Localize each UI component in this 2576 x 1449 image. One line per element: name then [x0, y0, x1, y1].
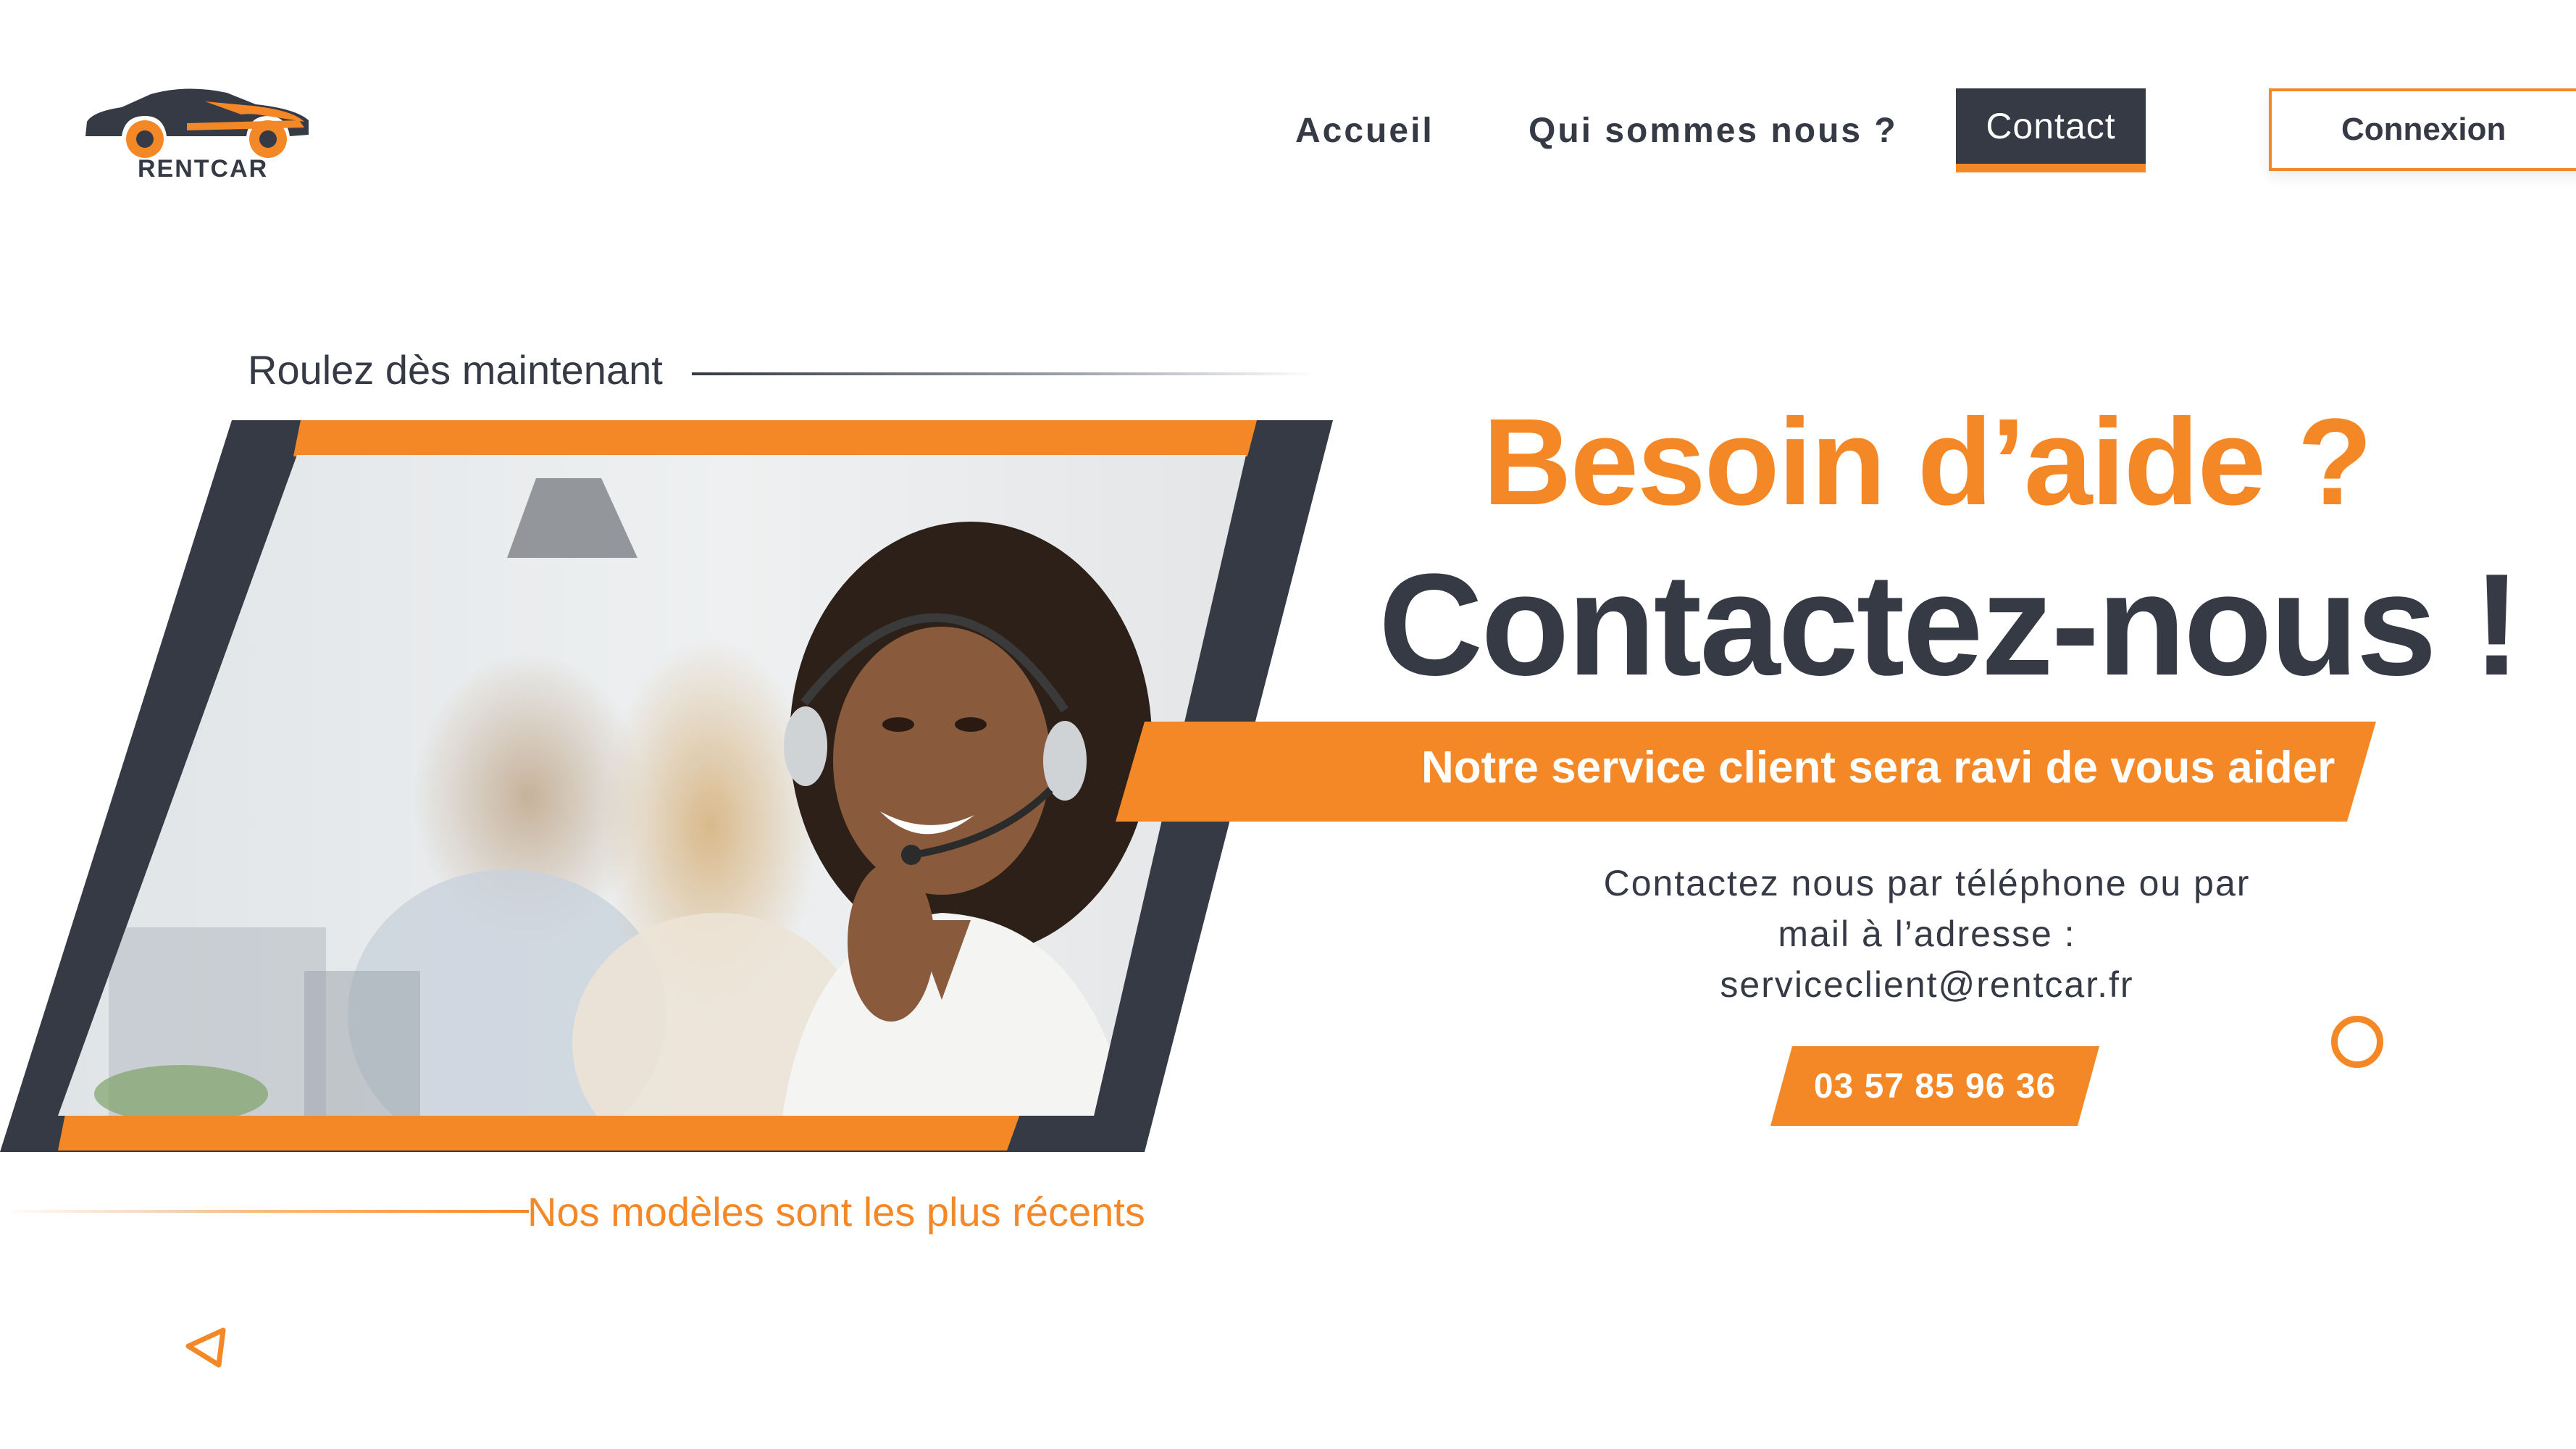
nav-item-accueil[interactable]: Accueil — [1295, 88, 1434, 172]
contact-text-line1: Contactez nous par téléphone ou par — [1603, 863, 2251, 903]
contact-page: RENTCAR Accueil Qui sommes nous ? Contac… — [0, 0, 2576, 1449]
banner-text: Notre service client sera ravi de vous a… — [1421, 743, 2335, 793]
decorative-triangle-icon — [185, 1327, 226, 1368]
contact-email-link[interactable]: serviceclient@rentcar.fr — [1557, 964, 2296, 1006]
nav-item-contact[interactable]: Contact — [1956, 88, 2146, 172]
nav-item-qui-sommes-nous[interactable]: Qui sommes nous ? — [1529, 88, 1898, 172]
tagline-bottom: Nos modèles sont les plus récents — [527, 1189, 1145, 1235]
tagline-top-divider — [692, 372, 1315, 375]
phone-number-button[interactable]: 03 57 85 96 36 — [1770, 1046, 2099, 1126]
decorative-circle-icon — [2331, 1016, 2383, 1068]
login-button[interactable]: Connexion — [2269, 88, 2576, 171]
tagline-bottom-divider — [0, 1210, 529, 1213]
car-logo-icon — [85, 88, 309, 158]
heading-help: Besoin d’aide ? — [1482, 393, 2372, 531]
heading-contact-us: Contactez-nous ! — [1378, 544, 2521, 706]
tagline-top: Roulez dès maintenant — [248, 347, 663, 393]
brand-logo[interactable]: RENTCAR — [78, 80, 317, 188]
contact-text-line2: mail à l’adresse : — [1778, 914, 2076, 954]
brand-name: RENTCAR — [138, 155, 269, 183]
